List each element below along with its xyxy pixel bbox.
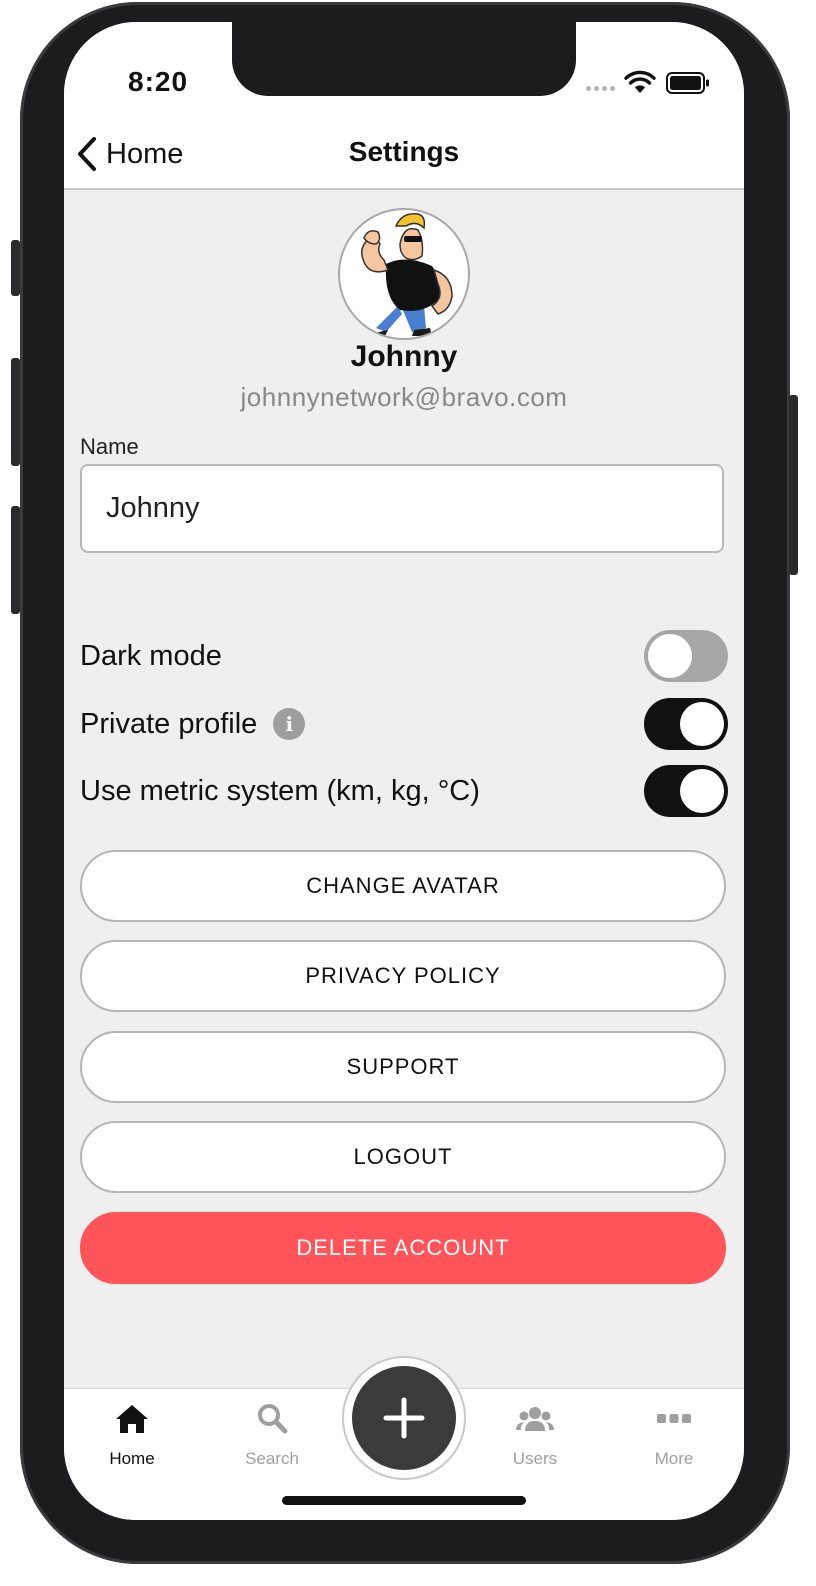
privacy-policy-button[interactable]: PRIVACY POLICY [80, 940, 726, 1012]
avatar-illustration [361, 213, 453, 338]
navigation-bar: Home Settings [64, 122, 744, 190]
more-icon [657, 1414, 691, 1423]
battery-icon [666, 72, 709, 94]
toggle-knob [680, 769, 724, 813]
power-button [789, 395, 798, 575]
tab-search-label: Search [245, 1449, 299, 1468]
status-time: 8:20 [128, 66, 189, 97]
metric-system-label: Use metric system (km, kg, °C) [80, 774, 480, 807]
tab-home[interactable]: Home [82, 1399, 182, 1469]
logout-button[interactable]: LOGOUT [80, 1121, 726, 1193]
app-screen: 8:20 Home Settings Johnny johnnynetwork@… [64, 22, 744, 1520]
tab-more-label: More [654, 1449, 694, 1468]
dark-mode-label: Dark mode [80, 639, 222, 672]
tab-search[interactable]: Search [222, 1399, 322, 1469]
avatar [338, 208, 470, 340]
users-icon [516, 1407, 554, 1431]
info-icon[interactable]: i [273, 708, 306, 740]
support-button[interactable]: SUPPORT [80, 1031, 726, 1103]
tab-users[interactable]: Users [485, 1399, 585, 1469]
tab-more[interactable]: More [624, 1399, 724, 1469]
metric-system-toggle[interactable] [644, 765, 728, 817]
toggle-knob [680, 702, 724, 746]
volume-down-button [11, 506, 20, 614]
plus-icon [383, 1397, 425, 1439]
fab-ring [342, 1356, 466, 1480]
wifi-icon [624, 70, 656, 93]
delete-account-button[interactable]: DELETE ACCOUNT [80, 1212, 726, 1284]
name-field-label: Name [80, 434, 139, 459]
home-indicator [282, 1496, 526, 1505]
device-notch [232, 22, 576, 96]
metric-system-row: Use metric system (km, kg, °C) [80, 765, 728, 817]
cellular-signal-icon [586, 86, 615, 91]
tab-home-label: Home [109, 1449, 155, 1468]
private-profile-row: Private profile i [80, 698, 728, 750]
page-title: Settings [348, 136, 460, 167]
search-icon [258, 1404, 288, 1434]
volume-up-button [11, 358, 20, 466]
add-button[interactable] [352, 1366, 456, 1470]
profile-email: johnnynetwork@bravo.com [240, 382, 568, 412]
name-input[interactable] [80, 464, 724, 553]
toggle-knob [648, 634, 692, 678]
mute-switch [11, 240, 20, 296]
dark-mode-row: Dark mode [80, 630, 728, 682]
private-profile-toggle[interactable] [644, 698, 728, 750]
profile-name: Johnny [350, 340, 458, 373]
tab-users-label: Users [512, 1449, 558, 1468]
dark-mode-toggle[interactable] [644, 630, 728, 682]
private-profile-label: Private profile [80, 707, 258, 740]
change-avatar-button[interactable]: CHANGE AVATAR [80, 850, 726, 922]
home-icon [116, 1405, 148, 1433]
